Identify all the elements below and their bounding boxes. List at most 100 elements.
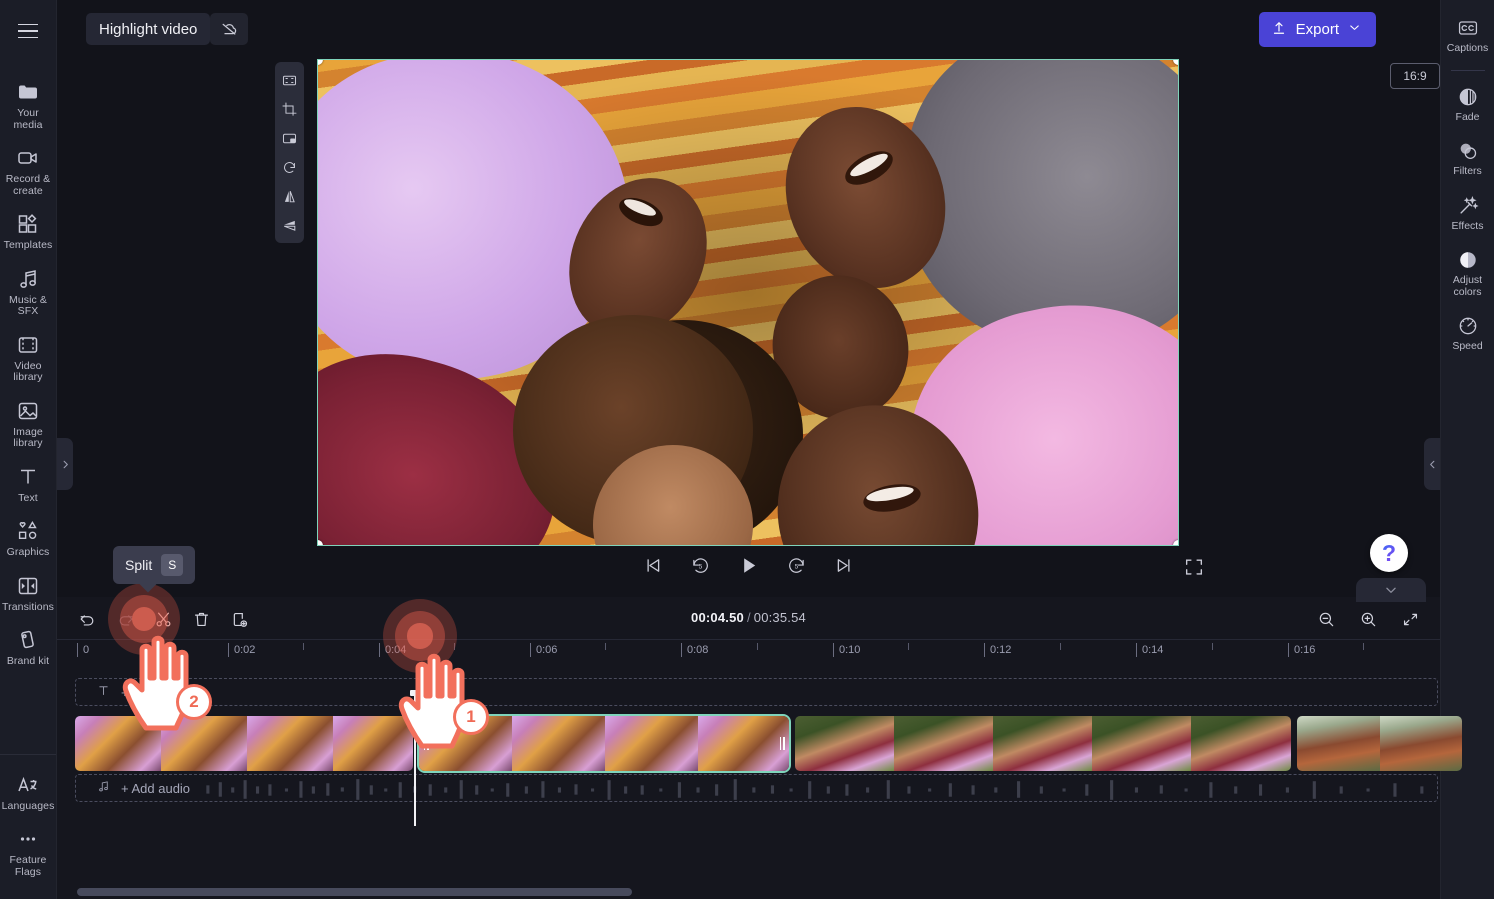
clip-thumbnails [795,716,1291,771]
filters-icon [1457,140,1479,162]
fit-to-frame-icon[interactable] [277,67,302,93]
sidebar-item-brand-kit[interactable]: Brand kit [0,620,56,675]
chevron-down-icon [1386,587,1396,593]
collapse-right-panel-button[interactable] [1424,438,1440,490]
clip-thumbnail [795,716,894,771]
clip-thumbnail [1191,716,1291,771]
undo-button[interactable] [73,605,101,633]
hamburger-menu-icon[interactable] [11,16,45,46]
help-button[interactable]: ? [1370,534,1408,572]
add-audio-track[interactable]: + Add audio [75,774,1438,802]
timeline-ruler[interactable]: 0 0:02 0:04 0:06 0:08 0:10 0:12 0:14 0:1… [57,640,1440,666]
right-item-label: Captions [1446,42,1489,54]
redo-button[interactable] [111,605,139,633]
video-preview[interactable] [317,59,1179,546]
timeline-tracks: + Add text + Add audio [57,666,1462,826]
sidebar-item-label: Image library [13,425,43,449]
clip-thumbnail [75,716,161,771]
right-item-captions[interactable]: Captions [1441,8,1494,63]
clip-thumbnail [161,716,247,771]
video-track [75,714,1462,773]
sidebar-item-label: Graphics [6,546,50,558]
split-tooltip-shortcut-key: S [161,554,184,576]
ruler-tick [454,643,455,650]
sidebar-item-music-sfx[interactable]: Music & SFX [0,259,56,325]
video-camera-icon [16,146,40,170]
clip-thumbnails [419,716,789,771]
flip-horizontal-icon[interactable] [277,183,302,209]
cloud-off-icon[interactable] [210,13,248,45]
zoom-in-button[interactable] [1354,605,1382,633]
ruler-label: 0:02 [228,643,255,657]
sidebar-item-label: Brand kit [6,655,50,667]
ruler-tick [757,643,758,650]
zoom-out-button[interactable] [1312,605,1340,633]
project-title-input[interactable]: Highlight video [86,13,211,45]
fullscreen-icon[interactable] [1183,556,1205,578]
chevron-down-icon [1347,20,1362,39]
clip-trim-handle-left[interactable] [421,731,431,757]
sidebar-item-your-media[interactable]: Your media [0,72,56,138]
split-button[interactable] [149,605,177,633]
timeline-horizontal-scrollbar[interactable] [77,888,632,896]
play-icon[interactable] [736,552,762,578]
forward-5s-icon[interactable]: 5 [784,552,810,578]
timeline-clip-2[interactable] [417,714,791,773]
flip-vertical-icon[interactable] [277,212,302,238]
right-item-adjust-colors[interactable]: Adjust colors [1441,240,1494,306]
timeline-clip-1[interactable] [75,716,413,771]
rotate-icon[interactable] [277,154,302,180]
image-icon [16,399,40,423]
sidebar-item-templates[interactable]: Templates [0,204,56,259]
shapes-icon [16,519,40,543]
timeline-clip-3[interactable] [795,716,1291,771]
timeline-playhead[interactable] [410,690,420,826]
clip-trim-handle-right[interactable] [777,731,787,757]
crop-icon[interactable] [277,96,302,122]
sidebar-item-image-library[interactable]: Image library [0,391,56,457]
fit-timeline-button[interactable] [1396,605,1424,633]
ruler-label: 0 [77,643,89,657]
duplicate-button[interactable] [225,605,253,633]
sidebar-item-feature-flags[interactable]: Feature Flags [0,819,56,885]
sidebar-item-record-create[interactable]: Record & create [0,138,56,204]
translate-icon [16,773,40,797]
add-text-track[interactable]: + Add text [75,678,1438,706]
rewind-5s-icon[interactable]: 5 [688,552,714,578]
skip-to-end-icon[interactable] [832,552,858,578]
ruler-label: 0:08 [681,643,708,657]
sidebar-item-transitions[interactable]: Transitions [0,566,56,621]
closed-captions-icon [1457,17,1479,39]
right-item-fade[interactable]: Fade [1441,77,1494,132]
export-label: Export [1295,21,1339,38]
clip-thumbnail [605,716,698,771]
right-item-label: Effects [1451,219,1484,232]
right-item-speed[interactable]: Speed [1441,306,1494,361]
sidebar-item-label: Video library [13,359,43,383]
clip-thumbnails [75,716,413,771]
sidebar-item-list: Your media Record & create Templates Mus… [0,72,56,675]
aspect-ratio-button[interactable]: 16:9 [1390,63,1440,89]
sidebar-item-graphics[interactable]: Graphics [0,511,56,566]
export-button[interactable]: Export [1258,12,1376,47]
skip-to-start-icon[interactable] [640,552,666,578]
right-item-effects[interactable]: Effects [1441,186,1494,241]
text-t-icon [96,683,111,701]
sidebar-item-video-library[interactable]: Video library [0,325,56,391]
preview-area: 16:9 [57,57,1440,597]
ellipsis-icon [16,827,40,851]
timeline-zoom-buttons [1312,605,1424,633]
sidebar-item-languages[interactable]: Languages [0,765,56,820]
right-item-filters[interactable]: Filters [1441,131,1494,186]
sidebar-item-text[interactable]: Text [0,457,56,512]
transitions-icon [16,574,40,598]
speedometer-icon [1457,315,1479,337]
picture-in-picture-icon[interactable] [277,125,302,151]
sidebar-item-label: Text [18,491,38,504]
collapse-timeline-button[interactable] [1356,578,1426,602]
player-controls: 5 5 [57,548,1440,592]
delete-button[interactable] [187,605,215,633]
collapse-left-panel-button[interactable] [57,438,73,490]
timeline-clip-4[interactable] [1297,716,1462,771]
resize-handle-bottom-right[interactable] [1173,540,1178,545]
